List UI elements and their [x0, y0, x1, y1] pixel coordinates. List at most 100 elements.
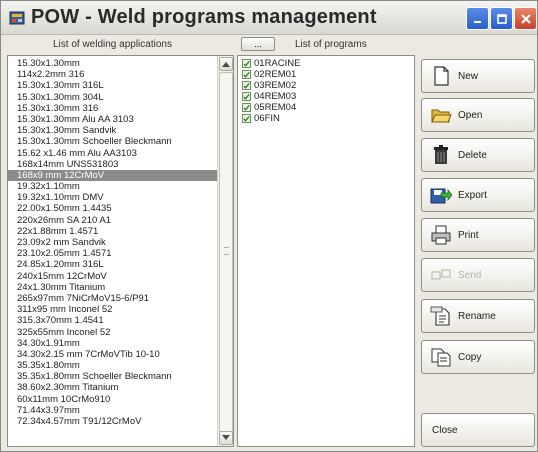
application-list-item[interactable]: 114x2.2mm 316 — [8, 69, 218, 80]
trash-can-icon — [434, 145, 448, 164]
send-button[interactable]: Send — [421, 258, 535, 292]
close-window-button[interactable] — [514, 7, 537, 30]
delete-button-label: Delete — [458, 149, 487, 161]
printer-icon — [431, 225, 451, 245]
programs-list[interactable]: 01RACINE 02REM01 03REM02 04REM03 05REM04 06FI… — [237, 55, 415, 447]
program-list-item[interactable]: 06FIN — [242, 113, 300, 124]
check-icon — [243, 82, 250, 89]
chevron-down-icon — [222, 435, 230, 440]
maximize-button[interactable] — [490, 7, 513, 30]
application-list-item[interactable]: 15.30x1.30mm Schoeller Bleckmann — [8, 136, 218, 147]
new-button[interactable]: New — [421, 59, 535, 93]
application-list-item[interactable]: 15.30x1.30mm 304L — [8, 92, 218, 103]
print-button[interactable]: Print — [421, 218, 535, 252]
check-icon — [243, 115, 250, 122]
application-list-item[interactable]: 15.30x1.30mm Sandvik — [8, 125, 218, 136]
print-button-label: Print — [458, 229, 479, 241]
export-button[interactable]: Export — [421, 178, 535, 212]
open-button-label: Open — [458, 109, 483, 121]
program-label: 03REM02 — [254, 80, 297, 91]
rename-document-icon — [430, 306, 450, 326]
close-button-label: Close — [432, 424, 458, 436]
new-button-label: New — [458, 70, 479, 82]
application-list-item[interactable]: 315.3x70mm 1.4541 — [8, 315, 218, 326]
program-label: 05REM04 — [254, 102, 297, 113]
application-list-item[interactable]: 23.10x2.05mm 1.4571 — [8, 248, 218, 259]
application-list-item[interactable]: 22.00x1.50mm 1.4435 — [8, 203, 218, 214]
application-list-item[interactable]: 311x95 mm Inconel 52 — [8, 304, 218, 315]
application-list-item[interactable]: 168x14mm UNS531803 — [8, 159, 218, 170]
export-disk-icon — [430, 188, 452, 204]
send-button-label: Send — [458, 269, 482, 281]
delete-button[interactable]: Delete — [421, 138, 535, 172]
scroll-down-button[interactable] — [219, 431, 233, 445]
application-list-item[interactable]: 35.35x1.80mm — [8, 360, 218, 371]
nav-button-label: ... — [254, 39, 262, 49]
check-icon — [243, 60, 250, 67]
application-list-item[interactable]: 24.85x1.20mm 316L — [8, 259, 218, 270]
application-list-item[interactable]: 265x97mm 7NiCrMoV15-6/P91 — [8, 293, 218, 304]
open-button[interactable]: Open — [421, 98, 535, 132]
scroll-thumb[interactable] — [219, 72, 233, 432]
application-list-item[interactable]: 15.62 x1.46 mm Alu AA3103 — [8, 148, 218, 159]
program-list-item[interactable]: 03REM02 — [242, 80, 300, 91]
program-checkbox[interactable] — [242, 92, 251, 101]
close-button[interactable]: Close — [421, 413, 535, 447]
application-list-item[interactable]: 15.30x1.30mm Alu AA 3103 — [8, 114, 218, 125]
application-list-item[interactable]: 240x15mm 12CrMoV — [8, 271, 218, 282]
copy-button[interactable]: Copy — [421, 340, 535, 374]
program-label: 02REM01 — [254, 69, 297, 80]
programs-nav-button[interactable]: ... — [241, 37, 275, 51]
application-list-item[interactable]: 325x55mm Inconel 52 — [8, 327, 218, 338]
application-list-item[interactable]: 72.34x4.57mm T91/12CrMoV — [8, 416, 218, 427]
export-button-label: Export — [458, 189, 487, 201]
program-list-item[interactable]: 05REM04 — [242, 102, 300, 113]
program-label: 06FIN — [254, 113, 280, 124]
application-list-item[interactable]: 15.30x1.30mm 316L — [8, 80, 218, 91]
program-checkbox[interactable] — [242, 103, 251, 112]
application-list-item[interactable]: 19.32x1.10mm DMV — [8, 192, 218, 203]
send-network-icon — [431, 269, 451, 280]
weld-app-icon — [9, 11, 25, 25]
application-list-item[interactable]: 22x1.88mm 1.4571 — [8, 226, 218, 237]
applications-list[interactable]: 15.30x1.30mm 114x2.2mm 316 15.30x1.30mm 31… — [7, 55, 234, 447]
minimize-icon — [473, 20, 481, 23]
application-list-item[interactable]: 19.32x1.10mm — [8, 181, 218, 192]
program-list-item[interactable]: 02REM01 — [242, 69, 300, 80]
program-checkbox[interactable] — [242, 59, 251, 68]
program-label: 01RACINE — [254, 58, 301, 69]
application-list-item[interactable]: 23.09x2 mm Sandvik — [8, 237, 218, 248]
application-list-item[interactable]: 34.30x2.15 mm 7CrMoVTib 10-10 — [8, 349, 218, 360]
program-list-item[interactable]: 01RACINE — [242, 58, 300, 69]
programs-header: List of programs — [295, 39, 367, 50]
open-folder-icon — [431, 109, 452, 123]
application-list-item[interactable]: 24x1.30mm Titanium — [8, 282, 218, 293]
chevron-up-icon — [222, 62, 230, 67]
application-list-item[interactable]: 60x11mm 10CrMo910 — [8, 394, 218, 405]
minimize-button[interactable] — [466, 7, 489, 30]
application-list-item[interactable]: 220x26mm SA 210 A1 — [8, 215, 218, 226]
rename-button[interactable]: Rename — [421, 299, 535, 333]
close-icon — [520, 13, 531, 24]
copy-button-label: Copy — [458, 351, 482, 363]
title-bar[interactable]: POW - Weld programs management — [1, 1, 537, 35]
maximize-icon — [496, 13, 507, 24]
applications-list-items: 15.30x1.30mm 114x2.2mm 316 15.30x1.30mm 31… — [8, 58, 218, 427]
application-list-item[interactable]: 34.30x1.91mm — [8, 338, 218, 349]
scroll-grip — [224, 247, 229, 255]
application-list-item[interactable]: 15.30x1.30mm 316 — [8, 103, 218, 114]
applications-scrollbar[interactable] — [217, 56, 233, 446]
application-list-item[interactable]: 38.60x2.30mm Titanium — [8, 382, 218, 393]
scroll-up-button[interactable] — [219, 57, 233, 71]
application-list-item[interactable]: 15.30x1.30mm — [8, 58, 218, 69]
program-checkbox[interactable] — [242, 81, 251, 90]
window-title: POW - Weld programs management — [31, 6, 377, 28]
application-list-item[interactable]: 71.44x3.97mm — [8, 405, 218, 416]
application-list-item[interactable]: 168x9 mm 12CrMoV — [8, 169, 218, 182]
program-list-item[interactable]: 04REM03 — [242, 91, 300, 102]
program-checkbox[interactable] — [242, 114, 251, 123]
application-list-item[interactable]: 35.35x1.80mm Schoeller Bleckmann — [8, 371, 218, 382]
applications-header: List of welding applications — [53, 39, 172, 50]
weld-programs-window: POW - Weld programs management List of w… — [0, 0, 538, 452]
program-checkbox[interactable] — [242, 70, 251, 79]
